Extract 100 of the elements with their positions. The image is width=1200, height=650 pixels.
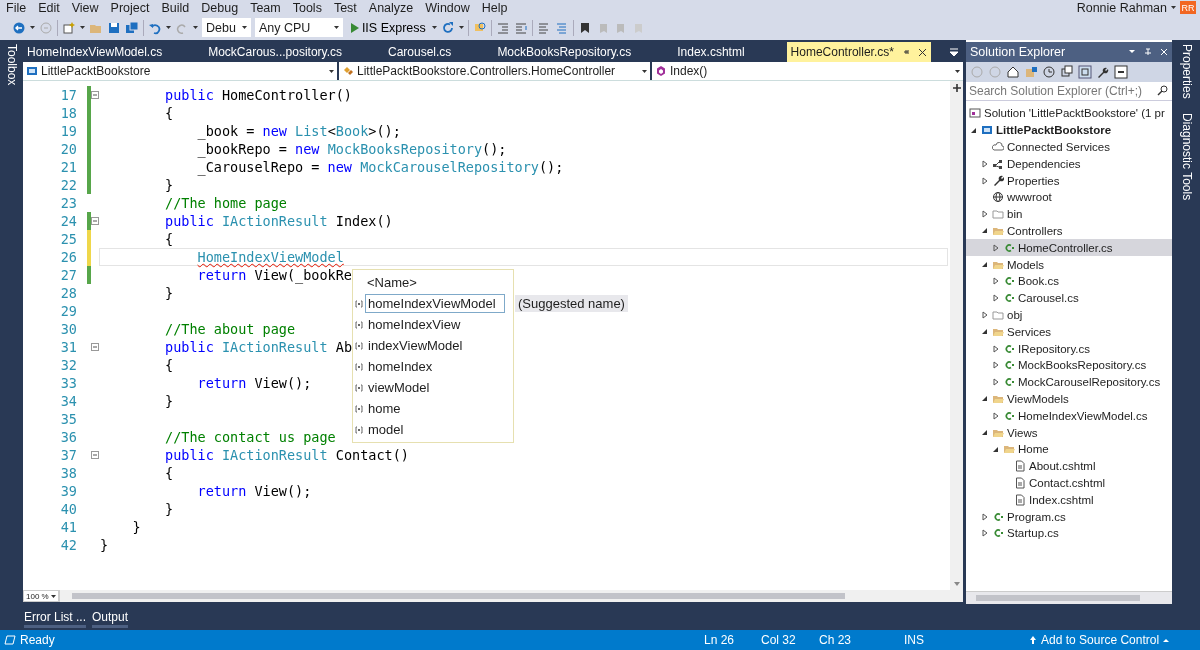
tree-item[interactable]: Startup.cs — [966, 524, 1172, 542]
horizontal-scrollbar[interactable] — [58, 590, 963, 602]
zoom-dropdown[interactable]: 100 % — [23, 590, 59, 602]
type-dropdown[interactable]: LittlePacktBookstore.Controllers.HomeController — [339, 62, 650, 80]
expanded-arrow-icon[interactable] — [981, 429, 988, 437]
suggestion-item[interactable]: indexViewModel — [365, 336, 505, 355]
tree-item[interactable]: Solution 'LittlePacktBookstore' (1 pr — [966, 105, 1172, 122]
menu-item[interactable]: Help — [475, 0, 514, 15]
collapsed-arrow-icon[interactable] — [981, 159, 988, 168]
bottom-panel-tab[interactable]: Error List ... — [24, 606, 86, 628]
document-tab[interactable]: Index.cshtml — [673, 42, 749, 62]
collapse-icon[interactable] — [91, 217, 99, 225]
suggestion-item[interactable]: viewModel — [365, 378, 505, 397]
dropdown-arrow-icon[interactable] — [30, 25, 35, 30]
tree-item[interactable]: Program.cs — [966, 508, 1172, 525]
menu-item[interactable]: Build — [155, 0, 196, 15]
collapsed-arrow-icon[interactable] — [981, 310, 988, 319]
tree-item[interactable]: LittlePacktBookstore — [966, 121, 1172, 139]
dropdown-arrow-icon[interactable] — [458, 25, 464, 30]
configuration-dropdown[interactable]: Debu — [202, 18, 251, 37]
collapsed-arrow-icon[interactable] — [992, 243, 999, 252]
refresh-icon[interactable] — [440, 20, 455, 35]
collapsed-arrow-icon[interactable] — [981, 512, 988, 521]
menu-item[interactable]: Team — [244, 0, 287, 15]
collapse-icon[interactable] — [91, 91, 99, 99]
suggestion-item[interactable]: home — [365, 399, 505, 418]
suggestion-item[interactable]: homeIndexViewModel — [365, 294, 505, 313]
vertical-scrollbar[interactable] — [950, 81, 963, 590]
dropdown-arrow-icon[interactable] — [333, 25, 339, 30]
document-tab[interactable]: HomeIndexViewModel.cs — [23, 42, 167, 62]
menu-item[interactable]: Debug — [195, 0, 245, 15]
collapsed-arrow-icon[interactable] — [992, 411, 999, 420]
menu-item[interactable]: Window — [419, 0, 476, 15]
expanded-arrow-icon[interactable] — [981, 395, 988, 403]
pending-changes-icon[interactable] — [1042, 65, 1056, 79]
member-dropdown[interactable]: Index() — [652, 62, 963, 80]
collapse-icon[interactable] — [91, 343, 99, 351]
menu-item[interactable]: Tools — [286, 0, 328, 15]
platform-dropdown[interactable]: Any CPU — [254, 18, 343, 37]
collapsed-arrow-icon[interactable] — [992, 361, 999, 370]
collapsed-arrow-icon[interactable] — [992, 294, 999, 303]
split-icon[interactable] — [951, 83, 962, 93]
pin-icon[interactable] — [1144, 47, 1152, 57]
tree-item[interactable]: Properties — [966, 172, 1172, 189]
tree-item[interactable]: Dependencies — [966, 155, 1172, 173]
tree-item[interactable]: About.cshtml — [966, 457, 1172, 475]
panel-menu-icon[interactable] — [1128, 48, 1136, 56]
dropdown-arrow-icon[interactable] — [431, 25, 437, 30]
tree-item[interactable]: MockCarouselRepository.cs — [966, 373, 1172, 391]
tree-item[interactable]: bin — [966, 205, 1172, 223]
collapse-all-icon[interactable] — [1060, 65, 1074, 79]
tab-list-icon[interactable] — [949, 47, 959, 57]
collapsed-arrow-icon[interactable] — [981, 210, 988, 219]
document-tab[interactable]: MockBooksRepository.cs — [493, 42, 636, 62]
document-tab[interactable]: Carousel.cs — [384, 42, 456, 62]
dropdown-arrow-icon[interactable] — [50, 593, 56, 599]
search-field[interactable]: Search Solution Explorer (Ctrl+;) — [966, 82, 1172, 101]
tree-item[interactable]: Index.cshtml — [966, 491, 1172, 509]
save-all-icon[interactable] — [125, 20, 139, 35]
search-icon[interactable] — [1157, 85, 1169, 97]
menu-item[interactable]: File — [0, 0, 33, 15]
side-panel-tab[interactable]: Diagnostic Tools — [1180, 110, 1194, 202]
source-control-button[interactable]: Add to Source Control — [1029, 633, 1170, 647]
menu-item[interactable]: Edit — [32, 0, 66, 15]
tree-item[interactable]: Connected Services — [966, 138, 1172, 156]
expanded-arrow-icon[interactable] — [981, 328, 988, 336]
side-panel-tab[interactable]: Properties — [1180, 42, 1194, 101]
suggestion-item[interactable]: homeIndex — [365, 357, 505, 376]
collapsed-arrow-icon[interactable] — [992, 344, 999, 353]
tree-item[interactable]: obj — [966, 306, 1172, 324]
document-tab[interactable]: MockCarous...pository.cs — [204, 42, 346, 62]
expanded-arrow-icon[interactable] — [981, 227, 988, 235]
dropdown-arrow-icon[interactable] — [193, 25, 198, 30]
tree-item[interactable]: ViewModels — [966, 390, 1172, 408]
dropdown-arrow-icon[interactable] — [329, 68, 334, 74]
tree-item[interactable]: Home — [966, 440, 1172, 458]
save-icon[interactable] — [107, 20, 121, 35]
horizontal-scrollbar[interactable] — [966, 591, 1172, 604]
suggestion-item[interactable]: model — [365, 420, 505, 439]
tree-item[interactable]: IRepository.cs — [966, 340, 1172, 357]
user-name[interactable]: Ronnie Rahman — [1076, 0, 1167, 15]
user-caret-icon[interactable] — [1171, 5, 1176, 10]
dropdown-arrow-icon[interactable] — [955, 68, 960, 74]
project-dropdown[interactable]: LittlePacktBookstore — [23, 62, 337, 80]
toolbox-tab[interactable]: Toolbox — [4, 42, 19, 88]
tree-item[interactable]: HomeIndexViewModel.cs — [966, 407, 1172, 425]
home-icon[interactable] — [1006, 65, 1020, 79]
tree-item[interactable]: wwwroot — [966, 189, 1172, 206]
dropdown-arrow-icon[interactable] — [166, 25, 171, 30]
tree-item[interactable]: Models — [966, 256, 1172, 273]
tree-item[interactable]: HomeController.cs — [966, 239, 1172, 257]
collapsed-arrow-icon[interactable] — [992, 378, 999, 387]
dropdown-arrow-icon[interactable] — [642, 68, 647, 74]
menu-item[interactable]: Test — [327, 0, 363, 15]
run-button[interactable]: IIS Express — [346, 20, 428, 35]
collapsed-arrow-icon[interactable] — [981, 529, 988, 538]
close-icon[interactable] — [917, 47, 927, 57]
menu-item[interactable]: Analyze — [362, 0, 420, 15]
tree-item[interactable]: Carousel.cs — [966, 289, 1172, 307]
menu-item[interactable]: Project — [104, 0, 156, 15]
